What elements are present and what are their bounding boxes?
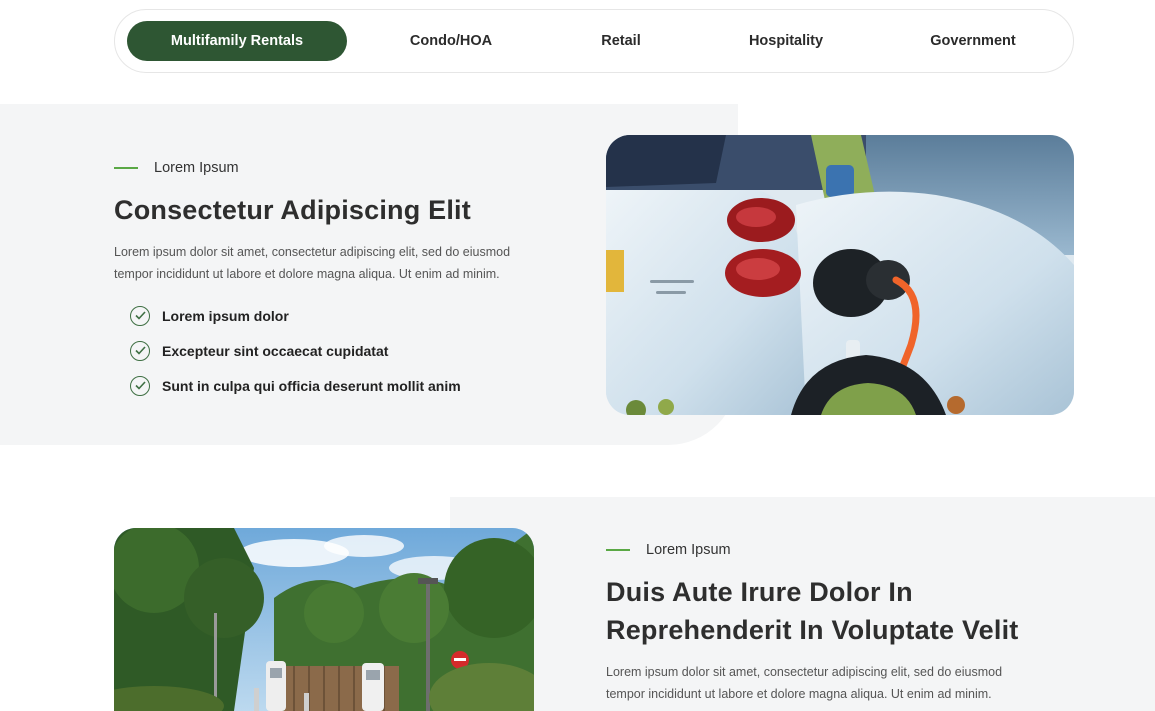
tab-retail[interactable]: Retail — [555, 21, 687, 61]
checklist-item-text: Sunt in culpa qui officia deserunt molli… — [162, 377, 461, 394]
section2-eyebrow: Lorem Ipsum — [606, 542, 731, 558]
tab-hospitality[interactable]: Hospitality — [687, 21, 885, 61]
section1-paragraph-line: tempor incididunt ut labore et dolore ma… — [114, 267, 500, 281]
section2-heading: Duis Aute Irure Dolor In Reprehenderit I… — [606, 573, 1018, 649]
section1-heading: Consectetur Adipiscing Elit — [114, 195, 471, 225]
checklist-item-text: Lorem ipsum dolor — [162, 307, 289, 324]
section2-heading-line: Duis Aute Irure Dolor In — [606, 577, 913, 607]
check-circle-icon — [130, 305, 150, 326]
ev-car-charging-photo — [606, 135, 1074, 415]
section2-heading-line: Reprehenderit In Voluptate Velit — [606, 615, 1019, 645]
section1-eyebrow: Lorem Ipsum — [114, 160, 239, 176]
checklist-item: Sunt in culpa qui officia deserunt molli… — [130, 368, 461, 403]
check-circle-icon — [130, 340, 150, 361]
eyebrow-line — [114, 167, 138, 169]
charging-station-photo — [114, 528, 534, 711]
category-tabs: Multifamily Rentals Condo/HOA Retail Hos… — [114, 9, 1074, 73]
tab-condo-hoa[interactable]: Condo/HOA — [347, 21, 555, 61]
section2-paragraph-line: Lorem ipsum dolor sit amet, consectetur … — [606, 665, 1003, 679]
check-circle-icon — [130, 375, 150, 396]
checklist-item: Lorem ipsum dolor — [130, 298, 461, 333]
tab-multifamily-rentals[interactable]: Multifamily Rentals — [127, 21, 347, 61]
section2-paragraph-line: tempor incididunt ut labore et dolore ma… — [606, 687, 992, 701]
checklist-item: Excepteur sint occaecat cupidatat — [130, 333, 461, 368]
section1-paragraph-line: Lorem ipsum dolor sit amet, consectetur … — [114, 245, 511, 259]
checklist-item-text: Excepteur sint occaecat cupidatat — [162, 342, 389, 359]
section2-paragraph: Lorem ipsum dolor sit amet, consectetur … — [606, 661, 1046, 705]
section1-paragraph: Lorem ipsum dolor sit amet, consectetur … — [114, 241, 554, 285]
eyebrow-line — [606, 549, 630, 551]
tab-government[interactable]: Government — [885, 21, 1061, 61]
feature-checklist: Lorem ipsum dolor Excepteur sint occaeca… — [130, 298, 461, 403]
section1-eyebrow-text: Lorem Ipsum — [154, 160, 239, 176]
section2-eyebrow-text: Lorem Ipsum — [646, 542, 731, 558]
